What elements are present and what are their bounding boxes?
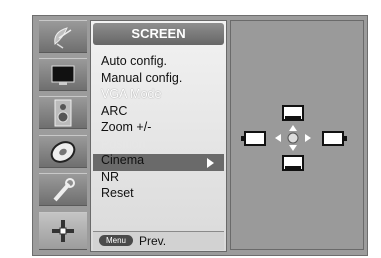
screen-menu: SCREEN Auto config. Manual config. VGA M…: [90, 20, 227, 252]
position-preview: [230, 20, 364, 250]
menu-item-arc[interactable]: ARC: [101, 103, 182, 120]
monitor-right-icon: [322, 131, 347, 146]
sidebar-tile-sound[interactable]: [39, 96, 87, 129]
menu-footer: Menu Prev.: [93, 231, 224, 250]
monitor-down-icon: [282, 155, 304, 171]
menu-button-badge[interactable]: Menu: [99, 235, 133, 246]
menu-item-zoom[interactable]: Zoom +/-: [101, 119, 182, 136]
disc-icon: [50, 140, 76, 163]
category-sidebar: [39, 20, 87, 252]
tv-screen-icon: [51, 65, 75, 85]
menu-item-cinema[interactable]: Cinema: [101, 152, 182, 169]
menu-item-manual-config[interactable]: Manual config.: [101, 70, 182, 87]
sidebar-tile-station[interactable]: [39, 20, 87, 53]
speaker-icon: [54, 99, 72, 126]
monitor-up-icon: [282, 105, 304, 121]
menu-item-auto-config[interactable]: Auto config.: [101, 53, 182, 70]
sidebar-tile-screen[interactable]: [39, 212, 87, 250]
sidebar-tile-time[interactable]: [39, 135, 87, 168]
sidebar-tile-picture[interactable]: [39, 58, 87, 91]
wrench-icon: [53, 177, 75, 201]
satellite-dish-icon: [54, 26, 72, 49]
menu-items: Auto config. Manual config. VGA Mode ARC…: [101, 53, 182, 202]
direction-arrows-icon: [275, 125, 311, 151]
arrow-right-icon: [207, 158, 214, 168]
menu-item-position[interactable]: Position: [101, 136, 182, 153]
sidebar-tile-special[interactable]: [39, 173, 87, 206]
menu-item-reset[interactable]: Reset: [101, 185, 182, 202]
menu-title: SCREEN: [93, 23, 224, 45]
position-diagram: [241, 105, 347, 171]
prev-label: Prev.: [139, 234, 167, 248]
menu-item-vga-mode: VGA Mode: [101, 87, 162, 101]
monitor-left-icon: [241, 131, 266, 146]
menu-item-nr[interactable]: NR: [101, 169, 182, 186]
position-cross-icon: [52, 220, 74, 242]
